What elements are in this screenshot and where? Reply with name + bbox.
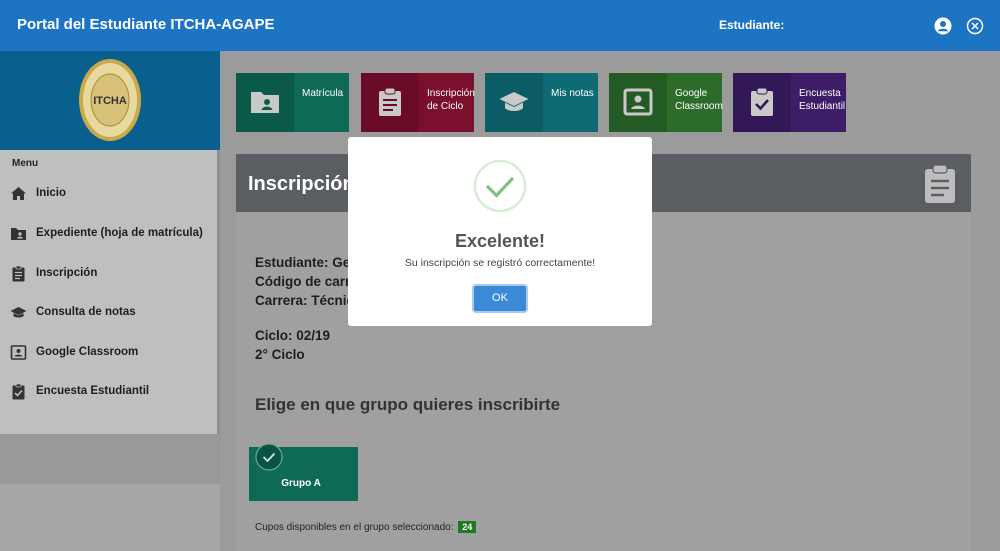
sidebar-footer	[0, 434, 220, 484]
top-bar: Portal del Estudiante ITCHA-AGAPE Estudi…	[0, 0, 1000, 51]
student-line: Estudiante: Ger	[255, 255, 356, 270]
itcha-logo: ITCHA	[79, 59, 141, 141]
choose-group-heading: Elige en que grupo quieres inscribirte	[255, 395, 561, 414]
tile-label: Encuesta Estudiantil	[799, 88, 846, 112]
sidebar: ITCHA Menu Inicio Expediente (hoja de ma…	[0, 51, 220, 551]
clipboard-icon	[12, 265, 25, 282]
sidebar-item-consulta-notas[interactable]: Consulta de notas	[0, 293, 217, 333]
graduation-cap-icon	[499, 92, 529, 111]
tile-icon-box	[485, 73, 543, 132]
cycle-ordinal: 2° Ciclo	[255, 347, 305, 362]
logo-area: ITCHA	[0, 51, 220, 150]
dialog-message: Su inscripción se registró correctamente…	[404, 257, 596, 269]
sidebar-item-label: Encuesta Estudiantil	[36, 385, 150, 397]
sidebar-item-label: Inicio	[36, 187, 67, 199]
career-line: Carrera: Técnic	[255, 293, 355, 308]
sidebar-menu: Menu Inicio Expediente (hoja de matrícul…	[0, 150, 217, 434]
tile-icon-box	[236, 73, 294, 132]
home-icon	[11, 187, 26, 200]
tile-mis-notas[interactable]: Mis notas	[485, 73, 598, 132]
tile-label: Mis notas	[551, 88, 594, 99]
tile-icon-box	[609, 73, 667, 132]
close-icon[interactable]	[966, 17, 984, 35]
cycle-line: Ciclo: 02/19	[255, 328, 331, 343]
cupos-label: Cupos disponibles en el grupo selecciona…	[255, 522, 454, 533]
group-a-option[interactable]: Grupo A	[249, 443, 358, 501]
ok-button[interactable]: OK	[472, 284, 528, 313]
sidebar-item-label: Google Classroom	[36, 346, 139, 358]
tile-inscripcion-ciclo[interactable]: Inscripción de Ciclo	[361, 73, 475, 132]
user-icon[interactable]	[934, 17, 952, 35]
app-title: Portal del Estudiante ITCHA-AGAPE	[17, 16, 275, 33]
tile-label: Google Classroom	[675, 88, 723, 112]
tile-label: Inscripción de Ciclo	[427, 88, 475, 112]
panel-title: Inscripción	[248, 173, 355, 195]
classroom-icon	[623, 88, 653, 116]
menu-title: Menu	[12, 158, 39, 169]
tile-icon-box	[361, 73, 419, 132]
sidebar-item-label: Inscripción	[36, 267, 98, 279]
code-line: Código de carne	[255, 274, 361, 289]
folder-user-icon	[11, 228, 26, 240]
cupos-text: Cupos disponibles en el grupo selecciona…	[255, 521, 477, 533]
folder-user-icon	[251, 92, 279, 113]
student-label: Estudiante:	[719, 18, 785, 32]
logo-text: ITCHA	[93, 95, 127, 107]
classroom-icon	[10, 345, 27, 360]
tile-label: Matrícula	[302, 88, 344, 99]
sidebar-item-label: Expediente (hoja de matrícula)	[36, 227, 203, 239]
sidebar-item-label: Consulta de notas	[36, 306, 136, 318]
dialog-title: Excelente!	[454, 231, 546, 251]
success-dialog: Excelente! Su inscripción se registró co…	[348, 137, 652, 326]
clipboard-icon	[379, 87, 401, 116]
tile-icon-box	[733, 73, 791, 132]
cupos-badge: 24	[458, 521, 477, 533]
sidebar-item-expediente[interactable]: Expediente (hoja de matrícula)	[0, 214, 217, 254]
sidebar-item-inicio[interactable]: Inicio	[0, 174, 217, 214]
clipboard-check-icon	[12, 383, 25, 400]
check-circle-icon	[255, 443, 283, 471]
clipboard-icon	[925, 164, 955, 203]
clipboard-check-icon	[751, 87, 773, 116]
graduation-cap-icon	[10, 307, 27, 318]
sidebar-item-encuesta[interactable]: Encuesta Estudiantil	[0, 372, 217, 412]
group-label: Grupo A	[281, 478, 321, 489]
tile-matricula[interactable]: Matrícula	[236, 73, 349, 132]
sidebar-item-google-classroom[interactable]: Google Classroom	[0, 333, 217, 373]
tile-google-classroom[interactable]: Google Classroom	[609, 73, 723, 132]
sidebar-item-inscripcion[interactable]: Inscripción	[0, 254, 217, 294]
success-check-icon	[473, 159, 527, 213]
tile-encuesta[interactable]: Encuesta Estudiantil	[733, 73, 846, 132]
